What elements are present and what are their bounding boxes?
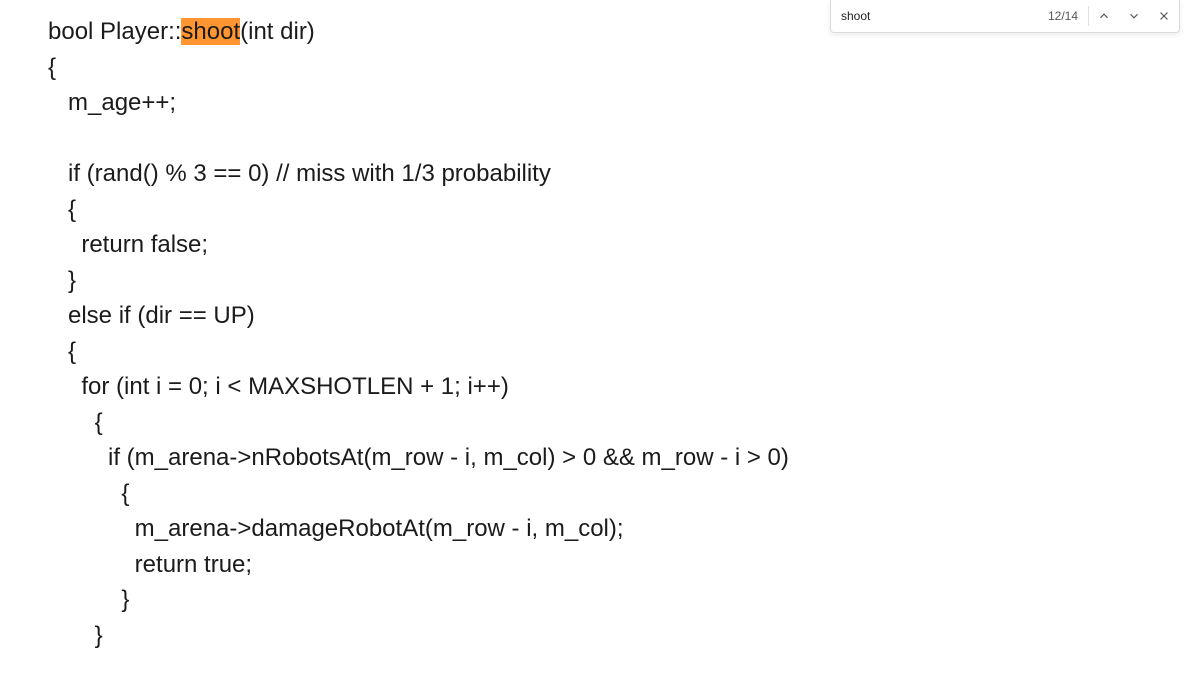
code-line: } xyxy=(48,267,76,294)
code-line: } xyxy=(48,693,76,696)
code-line: for (int i = 0; i < MAXSHOTLEN + 1; i++) xyxy=(48,373,509,400)
code-line: m_age++; xyxy=(48,89,176,116)
code-line: return true; xyxy=(48,551,252,578)
code-line: bool Player::shoot(int dir) xyxy=(48,18,315,45)
code-line: m_arena->damageRobotAt(m_row - i, m_col)… xyxy=(48,515,624,542)
code-line: if (rand() % 3 == 0) // miss with 1/3 pr… xyxy=(48,160,551,187)
code-line: if (m_arena->nRobotsAt(m_row - i, m_col)… xyxy=(48,444,789,471)
search-highlight: shoot xyxy=(181,18,240,45)
code-view[interactable]: bool Player::shoot(int dir) { m_age++; i… xyxy=(48,14,1200,696)
code-line: { xyxy=(48,409,103,436)
code-line: } xyxy=(48,622,103,649)
code-line: { xyxy=(48,54,56,81)
code-line: { xyxy=(48,196,76,223)
code-line: return false; xyxy=(48,231,208,258)
code-line: { xyxy=(48,338,76,365)
code-line: else if (dir == UP) xyxy=(48,302,255,329)
code-line: { xyxy=(48,480,129,507)
code-line: } xyxy=(48,586,129,613)
